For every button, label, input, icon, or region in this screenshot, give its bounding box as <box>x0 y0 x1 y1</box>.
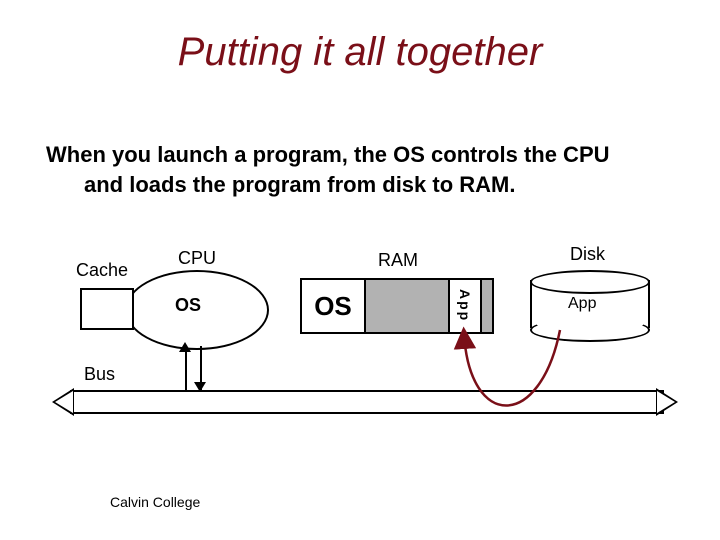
cache-label: Cache <box>76 260 128 281</box>
cpu-os-text: OS <box>175 295 201 316</box>
ram-os-text: OS <box>314 291 352 322</box>
arrow-up-icon <box>179 342 191 352</box>
desc-line-1: When you launch a program, the OS contro… <box>46 142 610 167</box>
cpu-bus-connector-line <box>185 346 187 390</box>
cpu-label: CPU <box>178 248 216 269</box>
disk-top <box>530 270 650 294</box>
desc-line-2: and loads the program from disk to RAM. <box>46 170 676 200</box>
cache-box <box>80 288 134 330</box>
bus-bar <box>70 390 664 414</box>
arrow-down-icon <box>194 382 206 392</box>
ram-app-cell: App <box>448 278 482 334</box>
ram-label: RAM <box>378 250 418 271</box>
bus-label: Bus <box>84 364 115 385</box>
ram-app-text: App <box>457 289 473 322</box>
slide-title: Putting it all together <box>0 30 720 75</box>
ram-os-cell: OS <box>300 278 366 334</box>
footer-text: Calvin College <box>110 494 200 510</box>
disk-label: Disk <box>570 244 605 265</box>
disk-bottom <box>530 318 650 342</box>
disk-app-label: App <box>568 295 596 313</box>
bus-arrow-right-icon <box>656 388 678 416</box>
slide-description: When you launch a program, the OS contro… <box>46 140 676 199</box>
bus-arrow-left-icon <box>52 388 74 416</box>
